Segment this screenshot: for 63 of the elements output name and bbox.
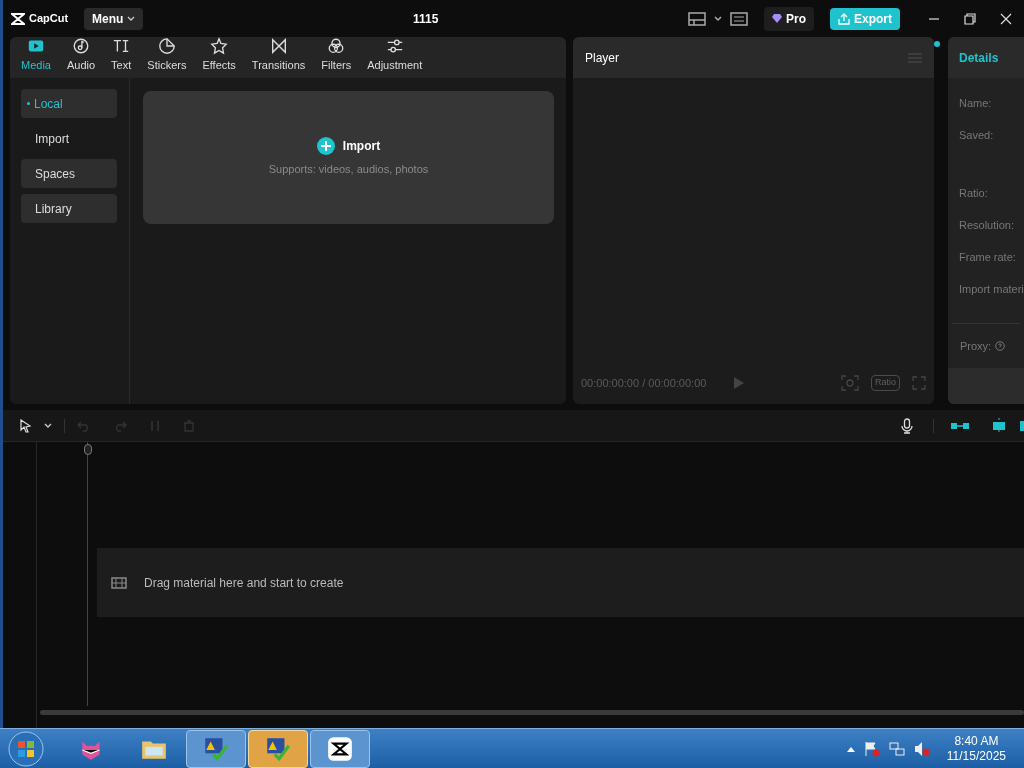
network-icon[interactable] <box>888 740 905 757</box>
shortcut-icon[interactable] <box>729 11 748 26</box>
field-label: Resolution: <box>959 218 1015 233</box>
link-icon[interactable] <box>950 420 970 431</box>
scrollbar[interactable] <box>40 710 1024 715</box>
star-icon <box>210 37 229 55</box>
toolbar-tab[interactable]: Effects <box>195 37 243 73</box>
sidebar-item[interactable]: Library <box>21 194 117 223</box>
field-label: Saved: <box>959 128 994 143</box>
help-icon[interactable] <box>995 341 1006 352</box>
speaker-muted-icon[interactable] <box>913 740 930 757</box>
import-drop-area[interactable]: Import Supports: videos, audios, photos <box>143 91 554 224</box>
panel-title: Player <box>585 49 619 67</box>
timecode: 00:00:00:00 / 00:00:00:00 <box>581 375 707 391</box>
timeline-hint: Drag material here and start to create <box>144 574 344 592</box>
field-label: Name: <box>959 96 992 111</box>
start-button[interactable] <box>8 730 44 767</box>
toolbar-tab[interactable]: Stickers <box>140 37 194 73</box>
music-icon <box>72 37 91 55</box>
import-label[interactable]: Import <box>342 137 381 156</box>
flag-icon[interactable] <box>863 740 880 757</box>
toolbar-tab[interactable]: Filters <box>314 37 359 73</box>
diamond-icon <box>771 14 782 23</box>
field-label: Import materi <box>959 282 1024 297</box>
film-icon <box>111 576 127 589</box>
text-icon <box>112 37 131 55</box>
caret-icon[interactable] <box>713 15 722 22</box>
plus-icon[interactable] <box>316 137 335 156</box>
sticker-icon <box>157 37 176 55</box>
panel-title: Details <box>959 49 999 67</box>
taskbar-app[interactable] <box>310 729 370 768</box>
layout-icon[interactable] <box>687 11 706 26</box>
sidebar-item[interactable]: Spaces <box>21 159 117 188</box>
toolbar-tab[interactable]: Text <box>104 37 139 73</box>
clock-date[interactable]: 11/15/2025 <box>946 748 1006 764</box>
toolbar-tab[interactable]: Transitions <box>244 37 313 73</box>
logo-icon <box>11 12 25 25</box>
pro-button[interactable]: Pro <box>763 6 814 31</box>
playhead-handle[interactable] <box>84 444 92 455</box>
clock-time[interactable]: 8:40 AM <box>954 733 999 749</box>
toolbar-tab[interactable]: Audio <box>59 37 103 73</box>
sidebar-item[interactable]: Import <box>21 124 117 153</box>
field-label: Proxy: <box>960 339 992 354</box>
cursor-icon[interactable] <box>20 418 32 433</box>
caret-icon[interactable] <box>44 422 52 429</box>
selected-dot-icon <box>27 102 30 105</box>
tray-expand-icon[interactable] <box>846 745 855 752</box>
sidebar-item[interactable]: Local <box>21 89 117 118</box>
toolbar-tab[interactable]: Adjustment <box>360 37 430 73</box>
toolbar-tab[interactable]: Media <box>14 37 58 73</box>
field-label: Frame rate: <box>959 250 1016 265</box>
microphone-icon[interactable] <box>901 417 913 434</box>
project-title: 1115 <box>413 10 439 28</box>
upload-icon <box>838 12 850 25</box>
caret-icon <box>127 15 136 22</box>
menu-button[interactable]: Menu <box>84 7 144 30</box>
bowtie-icon <box>269 37 288 55</box>
circles-icon <box>327 37 346 55</box>
close-icon[interactable] <box>1000 12 1012 25</box>
logo-text: CapCut <box>29 11 69 27</box>
restore-icon[interactable] <box>964 12 976 25</box>
import-hint: Supports: videos, audios, photos <box>268 162 429 178</box>
field-label: Ratio: <box>959 186 988 201</box>
